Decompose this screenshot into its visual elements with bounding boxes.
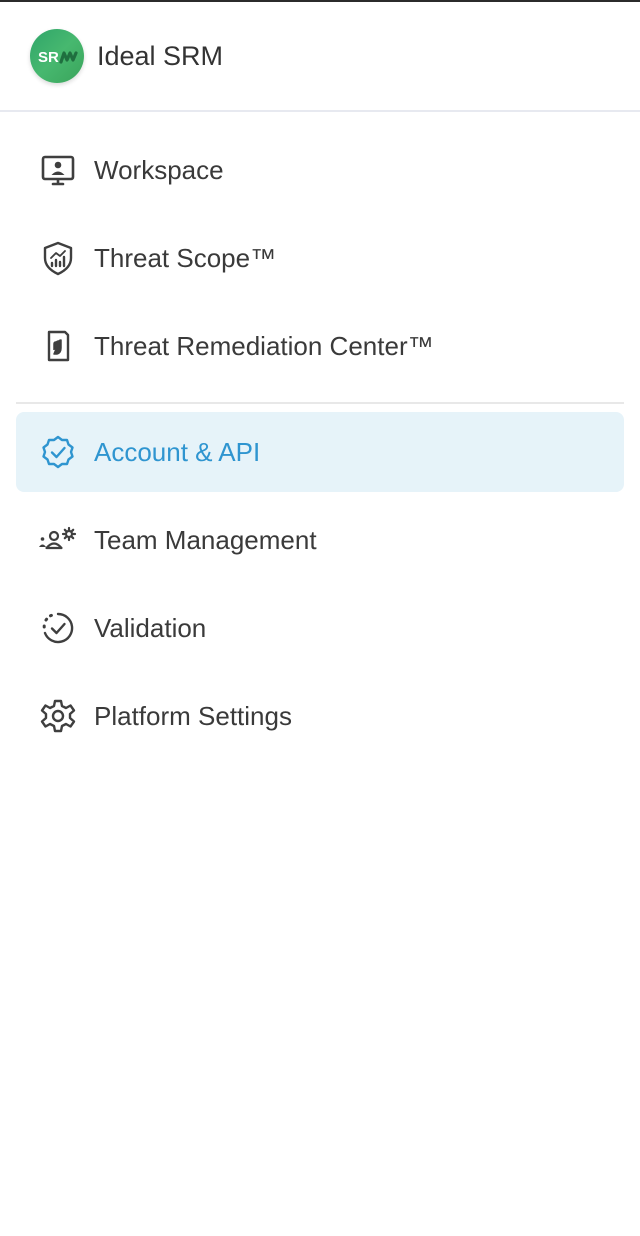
- nav-divider: [16, 402, 624, 404]
- nav-item-validation[interactable]: Validation: [16, 588, 624, 668]
- gear-icon: [38, 696, 78, 736]
- brand-logo[interactable]: SR: [30, 29, 84, 83]
- sidebar-header: SR Ideal SRM: [0, 2, 640, 112]
- team-gear-icon: [38, 520, 78, 560]
- nav-item-workspace[interactable]: Workspace: [16, 130, 624, 210]
- nav-item-label: Threat Remediation Center™: [94, 330, 434, 361]
- brand-name: Ideal SRM: [97, 40, 224, 71]
- srm-logo-icon: SR: [38, 49, 78, 66]
- nav-item-label: Team Management: [94, 524, 317, 555]
- nav-item-account-api[interactable]: Account & API: [16, 412, 624, 492]
- nav-item-label: Platform Settings: [94, 700, 292, 731]
- nav-item-team-management[interactable]: Team Management: [16, 500, 624, 580]
- monitor-user-icon: [38, 150, 78, 190]
- secondary-nav: Account & API Team Management Validation: [0, 412, 640, 756]
- nav-item-platform-settings[interactable]: Platform Settings: [16, 676, 624, 756]
- dashed-check-circle-icon: [38, 608, 78, 648]
- nav-item-label: Threat Scope™: [94, 242, 277, 273]
- nav-item-threat-remediation-center[interactable]: Threat Remediation Center™: [16, 306, 624, 386]
- nav-item-label: Account & API: [94, 436, 261, 467]
- nav-item-label: Workspace: [94, 154, 224, 185]
- shield-chart-icon: [38, 238, 78, 278]
- svg-text:SR: SR: [38, 49, 59, 66]
- nav-item-label: Validation: [94, 612, 207, 643]
- verified-badge-icon: [38, 432, 78, 472]
- document-hand-icon: [38, 326, 78, 366]
- primary-nav: Workspace Threat Scope™ Threat Remediati…: [0, 112, 640, 386]
- nav-item-threat-scope[interactable]: Threat Scope™: [16, 218, 624, 298]
